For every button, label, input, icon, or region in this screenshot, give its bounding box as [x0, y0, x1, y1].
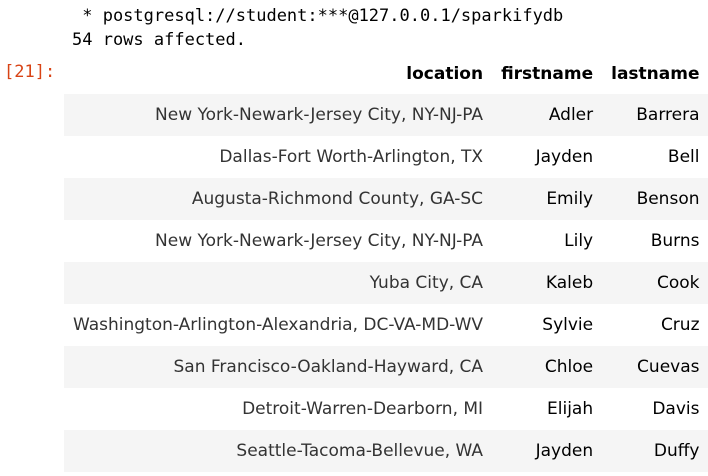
- firstname-cell: Emily: [546, 189, 594, 209]
- lastname-cell: Bell: [667, 147, 700, 167]
- table-header-row: location firstname lastname: [64, 54, 708, 94]
- lastname-cell: Barrera: [636, 105, 700, 125]
- location-cell: Washington-Arlington-Alexandria, DC-VA-M…: [73, 315, 484, 335]
- notebook-output-area: * postgresql://student:***@127.0.0.1/spa…: [0, 0, 708, 476]
- connection-line: * postgresql://student:***@127.0.0.1/spa…: [72, 6, 564, 26]
- firstname-cell: Lily: [564, 231, 594, 251]
- table-row: New York-Newark-Jersey City, NY-NJ-PA Li…: [64, 220, 708, 262]
- rows-affected-text: 54 rows affected.: [72, 30, 246, 50]
- column-header-location: location: [406, 64, 484, 84]
- location-cell: San Francisco-Oakland-Hayward, CA: [173, 357, 484, 377]
- table-row: Augusta-Richmond County, GA-SC Emily Ben…: [64, 178, 708, 220]
- location-cell: Yuba City, CA: [369, 273, 484, 293]
- location-cell: Seattle-Tacoma-Bellevue, WA: [236, 441, 484, 461]
- lastname-cell: Cuevas: [637, 357, 700, 377]
- firstname-cell: Adler: [548, 105, 594, 125]
- result-table: location firstname lastname New York-New…: [64, 54, 708, 472]
- lastname-cell: Davis: [652, 399, 700, 419]
- firstname-cell: Elijah: [547, 399, 594, 419]
- table-row: Seattle-Tacoma-Bellevue, WA Jayden Duffy: [64, 430, 708, 472]
- firstname-cell: Kaleb: [545, 273, 594, 293]
- firstname-cell: Chloe: [544, 357, 594, 377]
- table-row: Dallas-Fort Worth-Arlington, TX Jayden B…: [64, 136, 708, 178]
- column-header-lastname: lastname: [611, 64, 700, 84]
- column-header-firstname: firstname: [501, 64, 594, 84]
- location-cell: Dallas-Fort Worth-Arlington, TX: [219, 147, 484, 167]
- lastname-cell: Duffy: [653, 441, 700, 461]
- cell-stdout: * postgresql://student:***@127.0.0.1/spa…: [72, 4, 563, 52]
- firstname-cell: Sylvie: [542, 315, 594, 335]
- location-cell: Detroit-Warren-Dearborn, MI: [242, 399, 484, 419]
- table-row: San Francisco-Oakland-Hayward, CA Chloe …: [64, 346, 708, 388]
- table-row: Yuba City, CA Kaleb Cook: [64, 262, 708, 304]
- table-row: Washington-Arlington-Alexandria, DC-VA-M…: [64, 304, 708, 346]
- table-row: New York-Newark-Jersey City, NY-NJ-PA Ad…: [64, 94, 708, 136]
- location-cell: New York-Newark-Jersey City, NY-NJ-PA: [155, 231, 484, 251]
- lastname-cell: Benson: [636, 189, 700, 209]
- table-row: Detroit-Warren-Dearborn, MI Elijah Davis: [64, 388, 708, 430]
- output-prompt: [21]:: [4, 62, 56, 82]
- location-cell: Augusta-Richmond County, GA-SC: [191, 189, 484, 209]
- firstname-cell: Jayden: [535, 441, 594, 461]
- location-cell: New York-Newark-Jersey City, NY-NJ-PA: [155, 105, 484, 125]
- lastname-cell: Cook: [656, 273, 700, 293]
- lastname-cell: Cruz: [660, 315, 700, 335]
- lastname-cell: Burns: [650, 231, 700, 251]
- firstname-cell: Jayden: [535, 147, 594, 167]
